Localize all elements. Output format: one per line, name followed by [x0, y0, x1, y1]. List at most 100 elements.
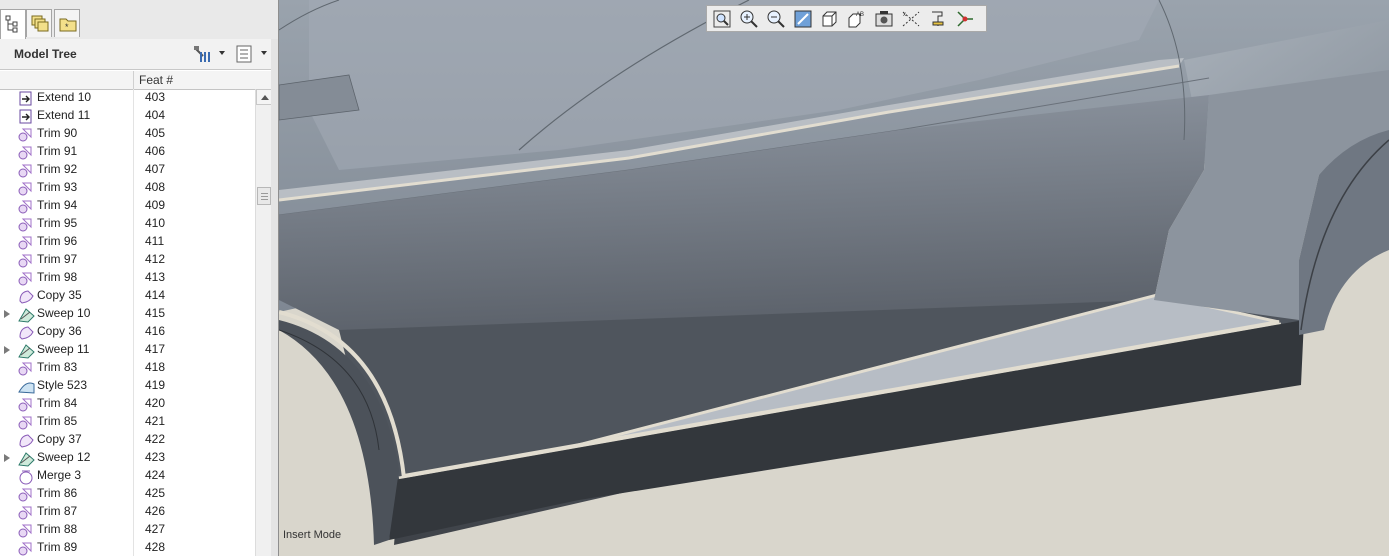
- layers-tab[interactable]: [26, 9, 52, 37]
- copy-icon: [19, 326, 34, 340]
- feature-name: Trim 92: [37, 162, 78, 176]
- mode-status: Insert Mode: [283, 529, 342, 541]
- column-divider: [133, 89, 134, 107]
- car-body-model: [279, 0, 1389, 556]
- graphics-window[interactable]: AB x Insert Mode: [279, 0, 1389, 556]
- settings-dropdown-icon[interactable]: [219, 51, 225, 55]
- feature-number: 412: [145, 252, 166, 266]
- feature-number: 409: [145, 198, 166, 212]
- feat-column-header[interactable]: Feat #: [139, 73, 173, 87]
- show-tree-columns-icon[interactable]: [236, 44, 254, 64]
- annotation-display-icon[interactable]: [927, 8, 949, 30]
- tree-row[interactable]: Trim 87 426: [0, 503, 255, 521]
- tree-row[interactable]: Trim 91 406: [0, 143, 255, 161]
- feature-number: 403: [145, 90, 166, 104]
- tree-row[interactable]: Sweep 10 415: [0, 305, 255, 323]
- feature-name: Sweep 11: [37, 342, 90, 356]
- datum-display-icon[interactable]: x: [900, 8, 922, 30]
- extend-icon: [19, 91, 32, 106]
- trim-icon: [18, 272, 32, 286]
- model-tree-header: Model Tree: [0, 39, 278, 70]
- copy-icon: [19, 434, 34, 448]
- display-style-icon[interactable]: [819, 8, 841, 30]
- show-dropdown-icon[interactable]: [261, 51, 267, 55]
- settings-tools-icon[interactable]: [192, 44, 214, 64]
- tree-row[interactable]: Merge 3 424: [0, 467, 255, 485]
- tree-row[interactable]: Trim 93 408: [0, 179, 255, 197]
- tree-column-header: Feat #: [0, 71, 271, 90]
- tree-row[interactable]: Extend 11 404: [0, 107, 255, 125]
- model-tree-tab[interactable]: [0, 9, 26, 39]
- tree-scrollbar[interactable]: [255, 89, 272, 556]
- column-divider: [133, 287, 134, 305]
- feature-name: Extend 10: [37, 90, 92, 104]
- column-divider: [133, 323, 134, 341]
- tree-row[interactable]: Copy 35 414: [0, 287, 255, 305]
- trim-icon: [18, 398, 32, 412]
- merge-icon: [19, 470, 33, 485]
- feature-name: Trim 97: [37, 252, 78, 266]
- feature-name: Sweep 10: [37, 306, 91, 320]
- saved-views-icon[interactable]: AB: [846, 8, 868, 30]
- feature-number: 424: [145, 468, 166, 482]
- tree-row[interactable]: Sweep 12 423: [0, 449, 255, 467]
- navigator-tabs: *: [0, 0, 278, 40]
- tree-row[interactable]: Trim 92 407: [0, 161, 255, 179]
- tree-row[interactable]: Extend 10 403: [0, 89, 255, 107]
- zoom-in-icon[interactable]: [738, 8, 760, 30]
- feature-number: 417: [145, 342, 166, 356]
- model-tree-tab-icon: [5, 15, 18, 33]
- tree-row[interactable]: Trim 88 427: [0, 521, 255, 539]
- tree-row[interactable]: Trim 97 412: [0, 251, 255, 269]
- style-icon: [18, 382, 35, 394]
- tree-row[interactable]: Trim 94 409: [0, 197, 255, 215]
- expand-arrow-icon[interactable]: [4, 346, 10, 354]
- repaint-icon[interactable]: [792, 8, 814, 30]
- feature-number: 414: [145, 288, 166, 302]
- feature-name: Trim 84: [37, 396, 78, 410]
- svg-text:AB: AB: [856, 12, 864, 18]
- trim-icon: [18, 218, 32, 232]
- name-column-header[interactable]: [0, 71, 134, 89]
- panel-sash[interactable]: [271, 39, 278, 556]
- feature-name: Trim 95: [37, 216, 78, 230]
- trim-icon: [18, 236, 32, 250]
- svg-text:*: *: [65, 22, 69, 32]
- tree-row[interactable]: Trim 98 413: [0, 269, 255, 287]
- scroll-thumb[interactable]: [257, 187, 271, 205]
- tree-row[interactable]: Trim 95 410: [0, 215, 255, 233]
- tree-row[interactable]: Trim 96 411: [0, 233, 255, 251]
- column-divider: [133, 269, 134, 287]
- feature-number: 418: [145, 360, 166, 374]
- favorites-tab[interactable]: *: [54, 9, 80, 37]
- tree-row[interactable]: Trim 84 420: [0, 395, 255, 413]
- spin-center-icon[interactable]: [954, 8, 976, 30]
- column-divider: [133, 251, 134, 269]
- tree-row[interactable]: Style 523 419: [0, 377, 255, 395]
- refit-icon[interactable]: [711, 8, 733, 30]
- column-divider: [133, 431, 134, 449]
- feature-name: Merge 3: [37, 468, 82, 482]
- scroll-up-button[interactable]: [256, 89, 272, 105]
- trim-icon: [18, 524, 32, 538]
- feature-name: Copy 35: [37, 288, 82, 302]
- tree-row[interactable]: Copy 36 416: [0, 323, 255, 341]
- tree-row[interactable]: Trim 90 405: [0, 125, 255, 143]
- feature-name: Extend 11: [37, 108, 91, 122]
- tree-row[interactable]: Sweep 11 417: [0, 341, 255, 359]
- feature-name: Trim 91: [37, 144, 78, 158]
- column-divider: [133, 539, 134, 556]
- tree-row[interactable]: Trim 86 425: [0, 485, 255, 503]
- zoom-out-icon[interactable]: [765, 8, 787, 30]
- trim-icon: [18, 200, 32, 214]
- column-divider: [133, 197, 134, 215]
- view-manager-icon[interactable]: [873, 8, 895, 30]
- tree-row[interactable]: Copy 37 422: [0, 431, 255, 449]
- expand-arrow-icon[interactable]: [4, 454, 10, 462]
- expand-arrow-icon[interactable]: [4, 310, 10, 318]
- tree-row[interactable]: Trim 85 421: [0, 413, 255, 431]
- tree-row[interactable]: Trim 83 418: [0, 359, 255, 377]
- tree-row[interactable]: Trim 89 428: [0, 539, 255, 556]
- favorites-tab-icon: *: [59, 18, 77, 32]
- feature-name: Trim 85: [37, 414, 78, 428]
